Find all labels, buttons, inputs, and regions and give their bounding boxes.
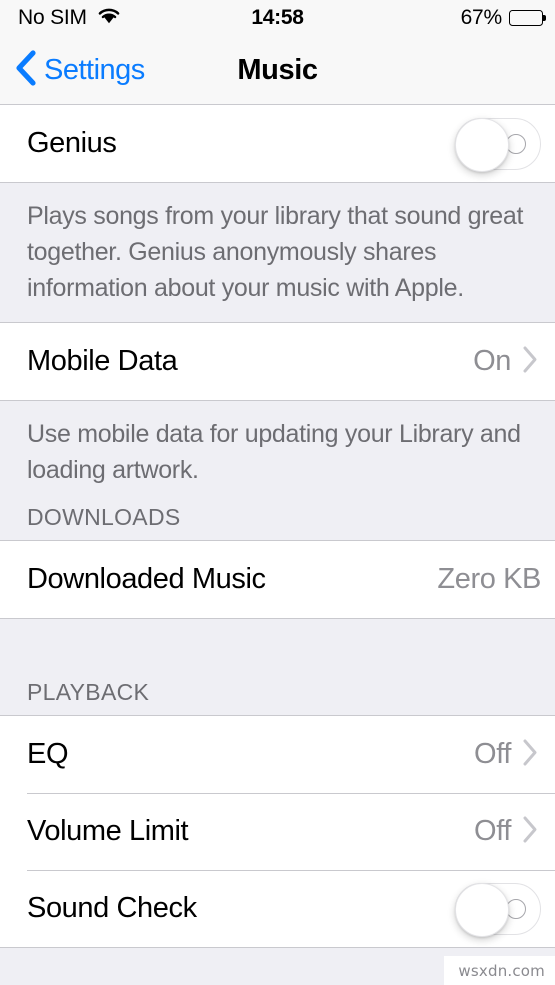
row-accessory xyxy=(455,882,541,937)
sound-check-toggle[interactable] xyxy=(455,882,541,937)
row-label: Downloaded Music xyxy=(27,563,266,595)
row-accessory: On xyxy=(473,345,541,379)
section-genius: Genius xyxy=(0,104,555,183)
row-sound-check[interactable]: Sound Check xyxy=(0,870,555,947)
row-value: On xyxy=(473,345,511,377)
row-label: Volume Limit xyxy=(27,815,189,847)
footer-mobile-data: Use mobile data for updating your Librar… xyxy=(0,401,555,504)
row-accessory: Off xyxy=(474,738,541,772)
genius-toggle[interactable] xyxy=(455,117,541,172)
row-accessory xyxy=(455,117,541,172)
row-mobile-data[interactable]: Mobile Data On xyxy=(0,323,555,400)
battery-cap xyxy=(543,15,546,21)
page-title: Music xyxy=(237,53,318,86)
row-volume-limit[interactable]: Volume Limit Off xyxy=(0,793,555,870)
status-bar-right: 67% xyxy=(460,6,546,30)
row-label: Genius xyxy=(27,127,117,159)
row-eq[interactable]: EQ Off xyxy=(0,716,555,793)
toggle-knob xyxy=(455,882,509,937)
section-header-downloads: DOWNLOADS xyxy=(0,504,555,540)
off-circle-glyph-icon xyxy=(506,133,526,154)
row-label: EQ xyxy=(27,738,69,770)
row-accessory: Zero KB xyxy=(437,563,541,596)
row-label: Sound Check xyxy=(27,892,197,924)
row-value: Zero KB xyxy=(437,563,541,595)
footer-genius: Plays songs from your library that sound… xyxy=(0,183,555,322)
toggle-knob xyxy=(455,117,509,172)
row-downloaded-music[interactable]: Downloaded Music Zero KB xyxy=(0,541,555,618)
row-label: Mobile Data xyxy=(27,345,178,377)
settings-list: Genius Plays songs from your library tha… xyxy=(0,104,555,985)
section-playback: EQ Off Volume Limit Off Sound Check xyxy=(0,715,555,948)
watermark: wsxdn.com xyxy=(444,956,555,985)
row-accessory: Off xyxy=(474,815,541,849)
chevron-right-icon xyxy=(522,815,539,849)
section-downloads: Downloaded Music Zero KB xyxy=(0,540,555,619)
chevron-right-icon xyxy=(522,738,539,772)
battery-icon xyxy=(509,10,546,26)
section-header-playback: PLAYBACK xyxy=(0,679,555,715)
row-value: Off xyxy=(474,738,511,770)
section-mobile-data: Mobile Data On xyxy=(0,322,555,401)
battery-percent-label: 67% xyxy=(460,6,503,29)
iphone-settings-screen: No SIM 14:58 67% Settings Music Genius P… xyxy=(0,0,555,985)
row-value: Off xyxy=(474,815,511,847)
chevron-right-icon xyxy=(522,345,539,379)
status-bar: No SIM 14:58 67% xyxy=(0,0,555,36)
section-gap xyxy=(0,619,555,679)
row-genius[interactable]: Genius xyxy=(0,105,555,182)
off-circle-glyph-icon xyxy=(506,898,526,919)
navigation-bar: Settings Music xyxy=(0,36,555,104)
